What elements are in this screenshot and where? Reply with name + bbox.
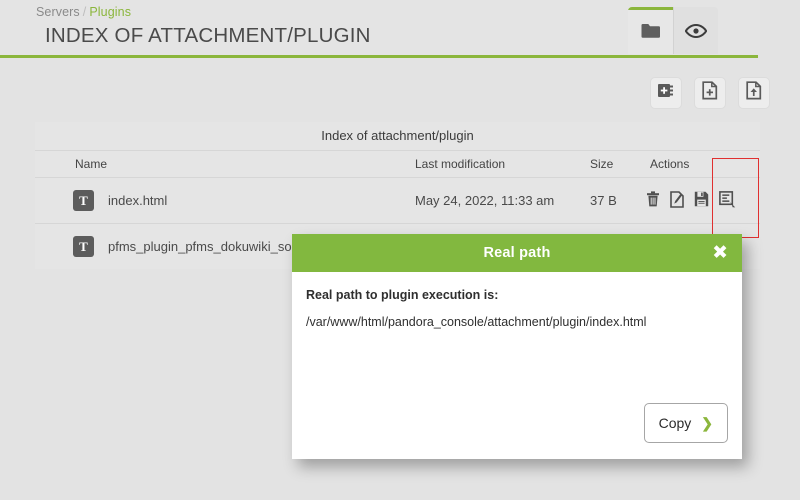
column-header-actions: Actions xyxy=(650,157,690,171)
page-root: Servers / Plugins INDEX OF ATTACHMENT/PLUG… xyxy=(0,0,800,500)
breadcrumb: Servers / Plugins xyxy=(36,5,131,19)
copy-button[interactable]: Copy ❯ xyxy=(643,403,728,443)
create-file-button[interactable] xyxy=(694,77,726,109)
upload-file-icon xyxy=(746,81,762,105)
header-tabs xyxy=(628,7,718,54)
close-icon[interactable]: ✖ xyxy=(712,243,728,263)
tab-view[interactable] xyxy=(673,7,718,54)
edit-icon[interactable] xyxy=(670,190,684,211)
create-directory-button[interactable] xyxy=(650,77,682,109)
real-path-icon[interactable] xyxy=(719,190,736,211)
upload-file-button[interactable] xyxy=(738,77,770,109)
modal-title: Real path xyxy=(483,245,551,261)
breadcrumb-item-plugins[interactable]: Plugins xyxy=(89,5,131,19)
eye-icon xyxy=(685,23,707,38)
column-header-name: Name xyxy=(75,157,108,171)
cell-size: 37 B xyxy=(590,193,617,208)
real-path-modal: Real path ✖ Real path to plugin executio… xyxy=(292,234,742,459)
modal-body: Real path to plugin execution is: /var/w… xyxy=(292,272,742,403)
header-accent-rule xyxy=(0,55,758,58)
page-header: Servers / Plugins INDEX OF ATTACHMENT/PLUG… xyxy=(0,0,760,55)
delete-icon[interactable] xyxy=(646,191,660,210)
modal-description: Real path to plugin execution is: xyxy=(306,288,499,302)
create-file-icon xyxy=(702,81,718,105)
modal-path-value: /var/www/html/pandora_console/attachment… xyxy=(306,315,647,329)
table-caption: Index of attachment/plugin xyxy=(35,122,760,150)
tab-folder[interactable] xyxy=(628,7,673,54)
page-title: INDEX OF ATTACHMENT/PLUGIN xyxy=(45,24,371,47)
table-row[interactable]: T index.html May 24, 2022, 11:33 am 37 B xyxy=(35,177,760,223)
cell-actions xyxy=(646,190,736,211)
copy-button-label: Copy xyxy=(658,415,692,431)
column-header-size: Size xyxy=(590,157,614,171)
cell-name: T index.html xyxy=(35,190,415,211)
modal-header: Real path ✖ xyxy=(292,234,742,272)
save-icon[interactable] xyxy=(694,191,709,210)
chevron-right-icon: ❯ xyxy=(701,414,713,431)
column-header-last-modification: Last modification xyxy=(415,157,506,171)
create-directory-icon xyxy=(657,82,676,104)
text-file-icon: T xyxy=(73,190,94,211)
text-file-icon: T xyxy=(73,236,94,257)
breadcrumb-item-servers[interactable]: Servers xyxy=(36,5,80,19)
breadcrumb-separator: / xyxy=(82,5,87,19)
modal-footer: Copy ❯ xyxy=(292,403,742,459)
cell-last-modification: May 24, 2022, 11:33 am xyxy=(415,193,555,208)
file-name-link[interactable]: index.html xyxy=(108,193,167,208)
folder-icon xyxy=(641,23,661,39)
file-toolbar xyxy=(650,77,770,109)
table-header-row: Name Last modification Size Actions xyxy=(35,150,760,177)
